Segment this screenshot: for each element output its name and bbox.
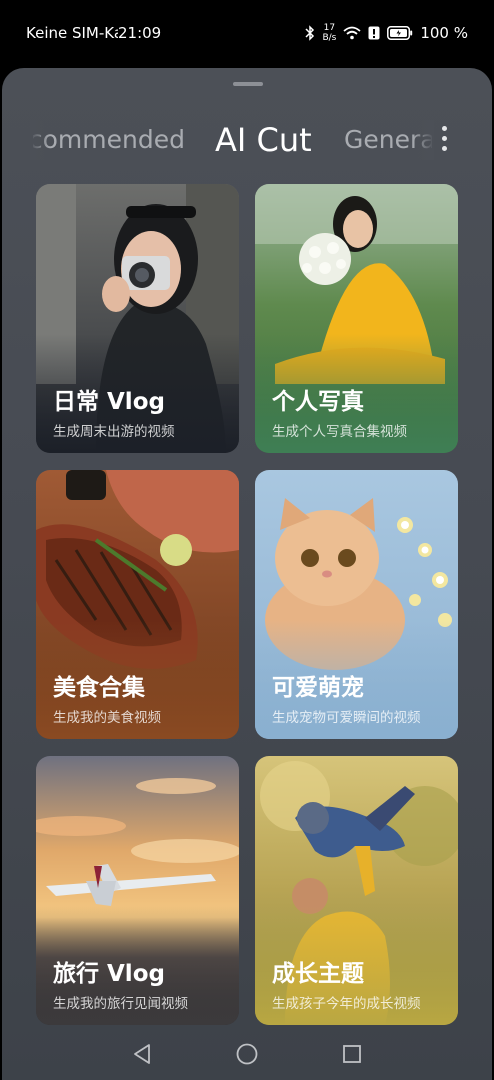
clock: 21:09	[118, 24, 162, 42]
tab-recommended-label: Recommended	[33, 125, 185, 154]
card-title: 个人写真	[272, 389, 364, 415]
card-subtitle: 生成宠物可爱瞬间的视频	[272, 710, 421, 726]
card-title: 成长主题	[272, 961, 364, 987]
card-subtitle: 生成周末出游的视频	[53, 424, 175, 440]
tab-fade-right	[412, 120, 434, 160]
carrier-label: Keine SIM-Karte	[26, 24, 118, 42]
network-speed-unit: B/s	[322, 33, 337, 43]
home-icon[interactable]	[235, 1042, 259, 1066]
template-card-daily-vlog[interactable]: 日常 Vlog 生成周末出游的视频	[36, 184, 239, 453]
card-subtitle: 生成个人写真合集视频	[272, 424, 407, 440]
more-vertical-icon[interactable]	[434, 124, 454, 156]
navigation-bar	[0, 1026, 494, 1080]
screen: Keine SIM-Karte 21:09 17 B/s	[0, 0, 494, 1080]
template-card-pet[interactable]: 可爱萌宠 生成宠物可爱瞬间的视频	[255, 470, 458, 739]
status-bar: Keine SIM-Karte 21:09 17 B/s	[0, 0, 494, 64]
drag-handle[interactable]	[233, 82, 263, 86]
card-title: 美食合集	[53, 675, 145, 701]
template-card-growth[interactable]: 成长主题 生成孩子今年的成长视频	[255, 756, 458, 1025]
back-icon[interactable]	[130, 1042, 154, 1066]
battery-percent: 100 %	[420, 24, 468, 42]
wifi-icon	[343, 26, 361, 40]
card-subtitle: 生成孩子今年的成长视频	[272, 996, 421, 1012]
battery-icon	[387, 26, 413, 40]
bluetooth-icon	[305, 25, 315, 41]
tab-recommended[interactable]: Recommended	[33, 120, 185, 160]
template-card-travel-vlog[interactable]: 旅行 Vlog 生成我的旅行见闻视频	[36, 756, 239, 1025]
network-speed-value: 17	[323, 23, 336, 33]
network-speed: 17 B/s	[322, 23, 336, 43]
alert-icon	[368, 26, 380, 40]
template-tabs: Recommended AI Cut General	[2, 120, 492, 160]
tab-ai-cut[interactable]: AI Cut	[215, 120, 312, 160]
tab-fade-left	[30, 120, 50, 160]
card-title: 可爱萌宠	[272, 675, 364, 701]
card-subtitle: 生成我的旅行见闻视频	[53, 996, 188, 1012]
card-subtitle: 生成我的美食视频	[53, 710, 161, 726]
card-title: 旅行 Vlog	[53, 961, 165, 987]
bottom-sheet: Recommended AI Cut General	[2, 68, 492, 1080]
template-card-portrait[interactable]: 个人写真 生成个人写真合集视频	[255, 184, 458, 453]
card-title: 日常 Vlog	[53, 389, 165, 415]
recents-icon[interactable]	[340, 1042, 364, 1066]
status-icons: 17 B/s 100 %	[305, 20, 468, 46]
template-card-food[interactable]: 美食合集 生成我的美食视频	[36, 470, 239, 739]
